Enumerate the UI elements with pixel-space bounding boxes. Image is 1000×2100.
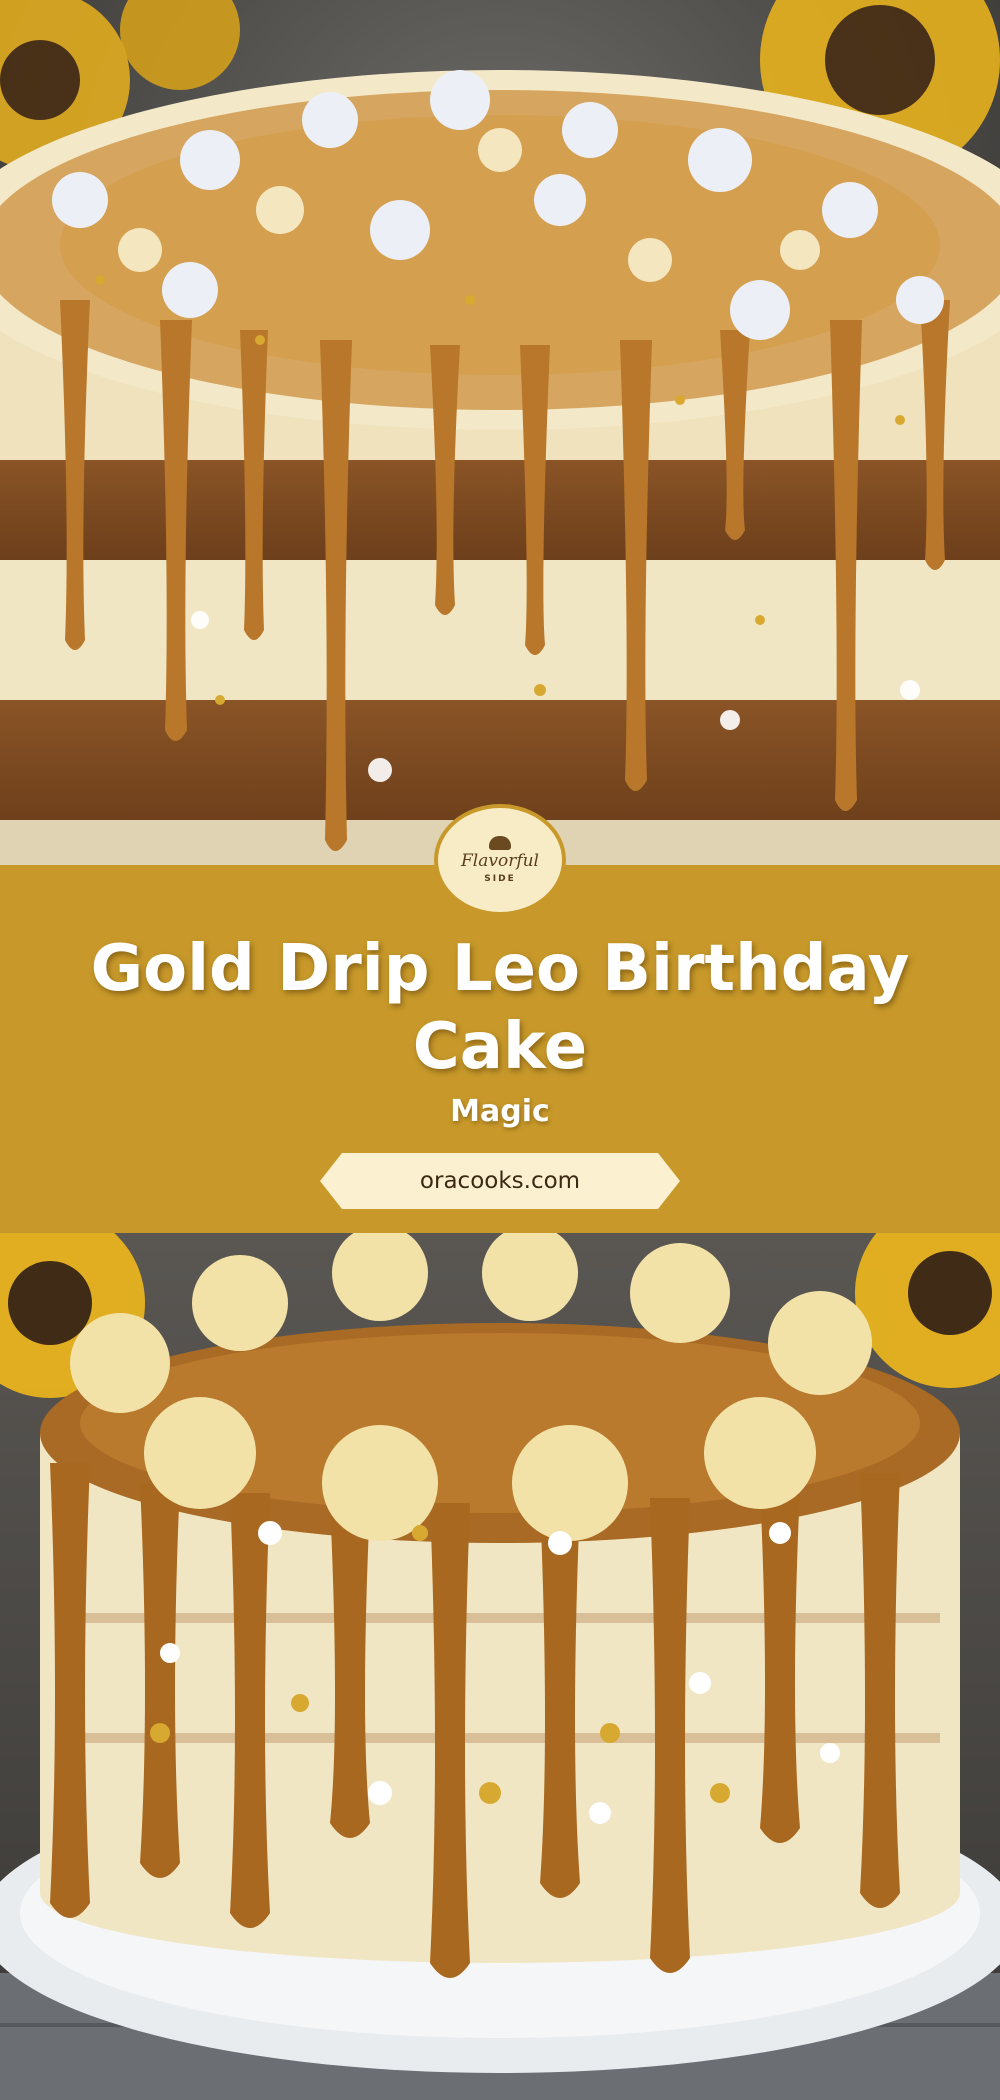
website-link[interactable]: oracooks.com [320, 1153, 680, 1209]
brand-logo: Flavorful SIDE [434, 804, 566, 916]
pin-graphic: Flavorful SIDE Gold Drip Leo Birthday Ca… [0, 0, 1000, 2100]
logo-tagline: SIDE [484, 874, 516, 884]
cake-illustration-bottom [0, 1233, 1000, 2100]
logo-name: Flavorful [460, 851, 539, 871]
recipe-subtitle: Magic [450, 1094, 550, 1129]
bottom-cake-photo [0, 1233, 1000, 2100]
cake-illustration-top [0, 0, 1000, 865]
chef-hat-icon [489, 836, 511, 850]
recipe-title: Gold Drip Leo Birthday Cake [90, 932, 910, 1084]
top-cake-photo [0, 0, 1000, 865]
